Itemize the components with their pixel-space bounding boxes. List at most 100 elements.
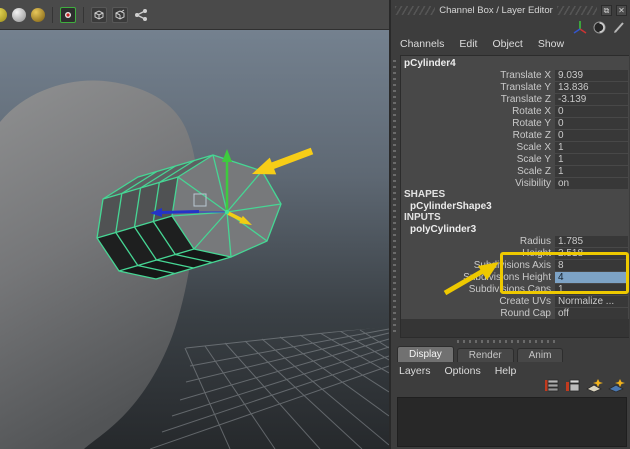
layer-new-from-selected-icon[interactable]: [565, 378, 581, 393]
panel-drag-handle-horizontal[interactable]: [457, 340, 557, 343]
channel-section[interactable]: INPUTS: [401, 212, 629, 223]
layer-editor-icons: [395, 377, 629, 394]
panel-titlebar[interactable]: Channel Box / Layer Editor ⧉ ✕: [395, 3, 627, 18]
layers-list[interactable]: [397, 397, 627, 447]
channel-row: Subdivisions Axis8: [401, 259, 629, 271]
snap-highlight-icon[interactable]: [60, 7, 76, 23]
layer-editor: DisplayRenderAnim Layers Options Help: [395, 346, 629, 449]
channel-value-field[interactable]: 8: [555, 260, 628, 271]
menu-options[interactable]: Options: [445, 365, 481, 377]
channel-row: Translate Y13.836: [401, 81, 629, 93]
channelbox-menubar: Channels Edit Object Show: [400, 38, 564, 50]
channel-label: Translate Z: [401, 94, 551, 105]
annotation-arrow-viewport: [252, 151, 312, 174]
titlebar-grip[interactable]: [395, 6, 435, 15]
x-axis-arrow[interactable]: [161, 212, 199, 213]
cube-copy-icon[interactable]: [112, 7, 128, 23]
channel-value-field[interactable]: 2.518: [555, 248, 628, 259]
sphere-gold-icon[interactable]: [31, 8, 45, 22]
channel-row: Subdivisions Height4: [401, 271, 629, 283]
annotation-arrow-channelbox: [439, 253, 514, 301]
channel-value-field[interactable]: 1: [555, 284, 628, 295]
channel-section[interactable]: SHAPES: [401, 189, 629, 200]
tab-render[interactable]: Render: [457, 348, 514, 362]
channel-value-field[interactable]: 0: [555, 130, 628, 141]
channelbox-option-icons: [572, 20, 625, 34]
channel-label: Scale Y: [401, 154, 551, 165]
toolbar-separator: [83, 7, 84, 23]
scene-graphics: [0, 30, 389, 449]
channel-value-field[interactable]: 9.039: [555, 70, 628, 81]
sphere-yellow-icon[interactable]: [0, 8, 7, 22]
channel-row: Round Cap off: [401, 307, 629, 319]
menu-help[interactable]: Help: [495, 365, 517, 377]
layer-save-icon[interactable]: [586, 378, 603, 393]
pencil-icon[interactable]: [612, 21, 625, 34]
connections-icon[interactable]: [133, 7, 149, 23]
viewport-toolbar: [0, 0, 389, 30]
channel-value-field[interactable]: on: [555, 178, 628, 189]
channel-label: Scale Z: [401, 166, 551, 177]
channel-label: Visibility: [401, 178, 551, 189]
channel-row: Height2.518: [401, 247, 629, 259]
viewport-canvas[interactable]: [0, 30, 389, 449]
panel-title: Channel Box / Layer Editor: [439, 5, 553, 16]
channel-label: Round Cap: [401, 308, 551, 319]
channel-row: Rotate Z 0: [401, 129, 629, 141]
channel-row: Visibility on: [401, 177, 629, 189]
channel-row: Translate Z -3.139: [401, 93, 629, 105]
channel-value-field[interactable]: 1: [555, 142, 628, 153]
channel-row: Translate X 9.039: [401, 69, 629, 81]
close-icon[interactable]: ✕: [616, 5, 627, 16]
menu-show[interactable]: Show: [538, 38, 564, 50]
axis-tripod-icon[interactable]: [572, 20, 587, 34]
ground-grid: [150, 326, 389, 449]
channel-row: Radius 1.785: [401, 235, 629, 247]
channel-value-field[interactable]: 1: [555, 154, 628, 165]
channel-row: Subdivisions Caps1: [401, 283, 629, 295]
channel-row: Create UVsNormalize ...: [401, 295, 629, 307]
channel-value-field[interactable]: 13.836: [555, 82, 628, 93]
tab-anim[interactable]: Anim: [517, 348, 564, 362]
channel-value-field[interactable]: off: [555, 308, 628, 319]
panel-drag-handle-vertical[interactable]: [393, 60, 396, 336]
menu-layers[interactable]: Layers: [399, 365, 431, 377]
titlebar-grip[interactable]: [557, 6, 597, 15]
layer-editor-tabs: DisplayRenderAnim: [395, 346, 629, 362]
channel-row: Rotate X0: [401, 105, 629, 117]
channel-label: Rotate Z: [401, 130, 551, 141]
channel-value-field[interactable]: -3.139: [555, 94, 628, 105]
menu-edit[interactable]: Edit: [459, 38, 477, 50]
channel-label: Scale X: [401, 142, 551, 153]
channel-box-panel: Channel Box / Layer Editor ⧉ ✕ Channels E…: [389, 0, 630, 449]
layer-stack-icon[interactable]: [544, 378, 560, 393]
channel-object[interactable]: polyCylinder3: [401, 223, 629, 235]
channel-rows: pCylinder4Translate X 9.039Translate Y13.…: [401, 56, 629, 319]
layer-anim-icon[interactable]: [608, 378, 625, 393]
layer-editor-menubar: Layers Options Help: [395, 362, 629, 377]
channel-object[interactable]: pCylinderShape3: [401, 200, 629, 212]
channel-label: Rotate Y: [401, 118, 551, 129]
channel-row: Scale Z 1: [401, 165, 629, 177]
tab-display[interactable]: Display: [397, 346, 454, 362]
channel-value-field[interactable]: 1.785: [555, 236, 628, 247]
channel-value-field[interactable]: 0: [555, 106, 628, 117]
menu-channels[interactable]: Channels: [400, 38, 444, 50]
channel-label: Translate X: [401, 70, 551, 81]
speed-control-icon[interactable]: [593, 21, 606, 34]
cube-icon[interactable]: [91, 7, 107, 23]
float-window-icon[interactable]: ⧉: [601, 5, 612, 16]
sphere-white-icon[interactable]: [12, 8, 26, 22]
channel-row: Rotate Y 0: [401, 117, 629, 129]
pivot-point: [225, 210, 229, 214]
maya-window: Channel Box / Layer Editor ⧉ ✕ Channels E…: [0, 0, 630, 449]
menu-object[interactable]: Object: [492, 38, 522, 50]
channel-value-field[interactable]: 4: [555, 272, 628, 283]
channel-value-field[interactable]: 1: [555, 166, 628, 177]
channel-object[interactable]: pCylinder4: [401, 57, 629, 69]
channel-label: Radius: [401, 236, 551, 247]
viewport-panel: [0, 0, 389, 449]
channel-value-field[interactable]: Normalize ...: [555, 296, 628, 307]
channel-row: Scale Y 1: [401, 153, 629, 165]
channel-value-field[interactable]: 0: [555, 118, 628, 129]
